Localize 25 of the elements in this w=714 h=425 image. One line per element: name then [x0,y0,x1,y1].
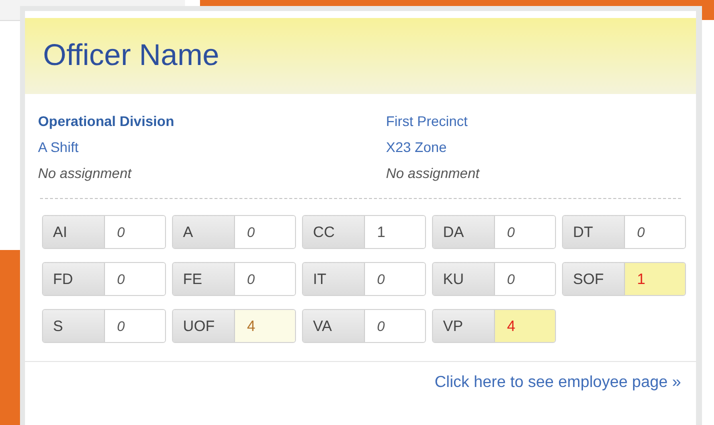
counter-label: VP [433,310,495,342]
counter-label: VA [303,310,365,342]
counter-label: DA [433,216,495,248]
assignment-note: No assignment [386,164,481,182]
detail-link[interactable]: X23 Zone [386,138,683,156]
counter-label: FE [173,263,235,295]
counter-label: CC [303,216,365,248]
counter-label: KU [433,263,495,295]
counter-label: UOF [173,310,235,342]
counter-value: 4 [495,310,555,342]
detail-link[interactable]: Operational Division [38,112,386,130]
counter-value: 4 [235,310,295,342]
detail-link[interactable]: A Shift [38,138,386,156]
employee-page-link[interactable]: Click here to see employee page » [434,374,681,392]
counter-label: IT [303,263,365,295]
counter-label: SOF [563,263,625,295]
officer-name: Officer Name [43,39,220,73]
counter-label: S [43,310,105,342]
counter-label: A [173,216,235,248]
counter-value: 1 [625,263,685,295]
counter-label: FD [43,263,105,295]
counter-label: DT [563,216,625,248]
detail-link[interactable]: First Precinct [386,112,683,130]
counter-label: AI [43,216,105,248]
assignment-note: No assignment [38,164,133,182]
